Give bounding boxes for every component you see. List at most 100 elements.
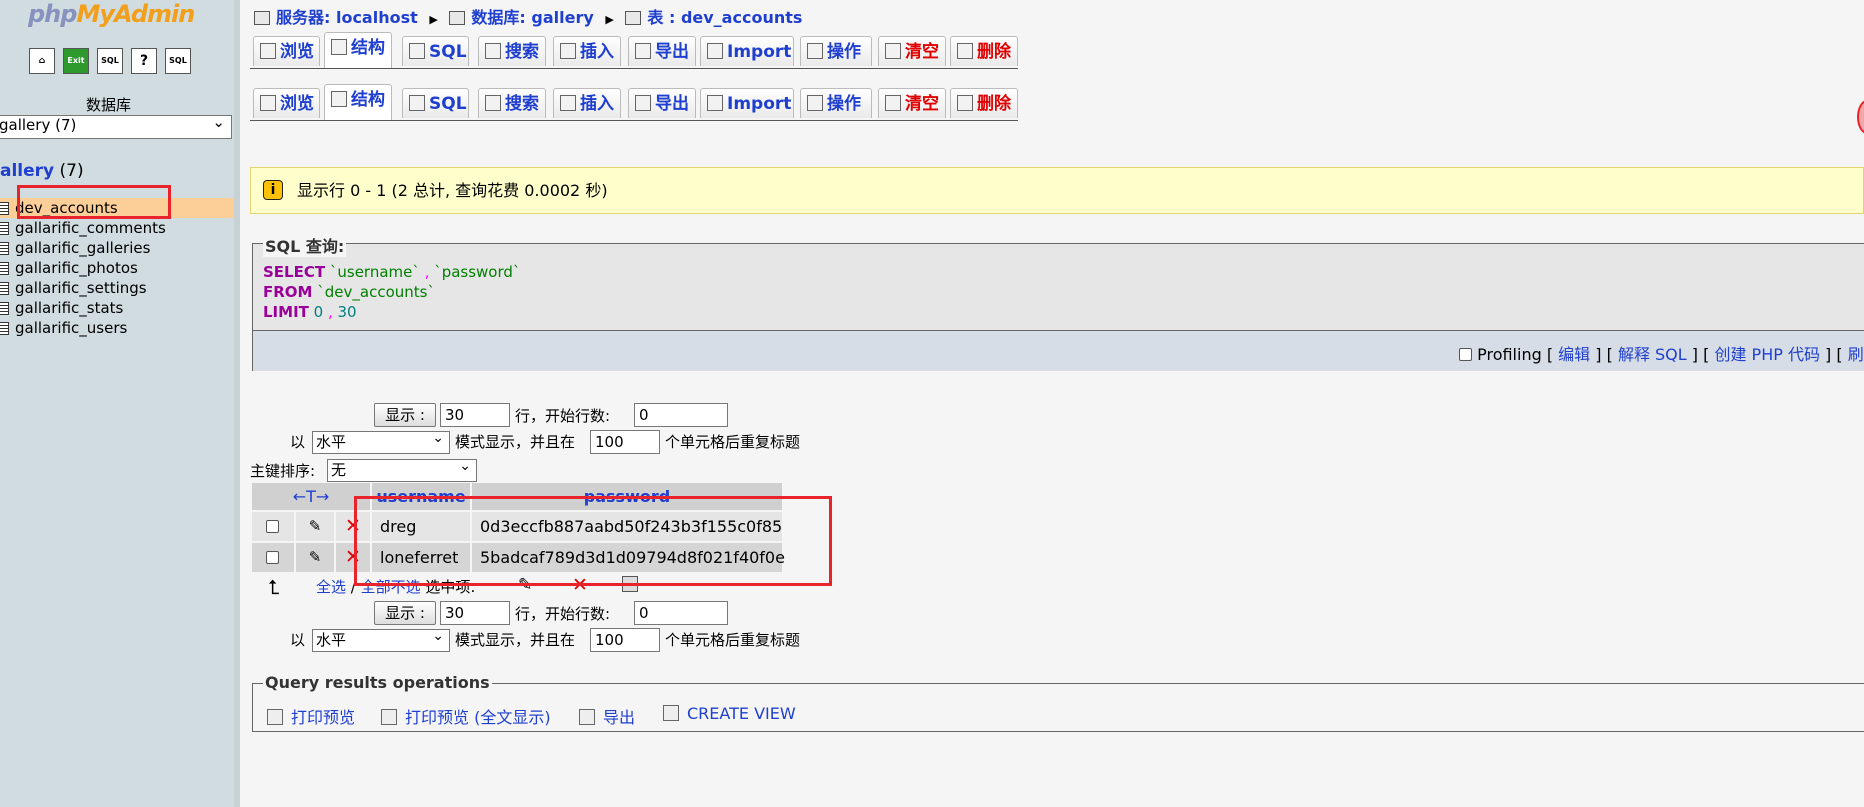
import-icon [707, 95, 723, 111]
tab-insert[interactable]: 插入 [553, 36, 621, 66]
tab-import[interactable]: Import [700, 36, 794, 66]
sql-query-toolbar: Profiling [ 编辑 ] [ 解释 SQL ] [ 创建 PHP 代码 … [253, 330, 1864, 371]
sql-query-code: SELECT `username` , `password` FROM `dev… [263, 263, 521, 321]
table-icon [625, 11, 642, 25]
annotation-box-credentials [354, 496, 832, 586]
phpmyadmin-logo[interactable]: phpMyAdmin [28, 0, 195, 28]
explain-sql-link[interactable]: 解释 SQL [1618, 345, 1687, 364]
tab-search[interactable]: 搜索 [478, 36, 546, 66]
tab-operations[interactable]: 操作 [800, 88, 872, 118]
rows-label-top: 行，开始行数: [515, 407, 611, 425]
exit-icon[interactable]: Exit [63, 48, 89, 74]
sql-window-icon[interactable]: SQL [97, 48, 123, 74]
database-select[interactable]: gallery (7) ⌄ [0, 113, 232, 139]
trash-icon [885, 95, 901, 111]
rows-input-top[interactable]: 30 [440, 403, 510, 427]
breadcrumb-server[interactable]: 服务器: localhost [276, 8, 418, 27]
breadcrumb-table[interactable]: 表 : dev_accounts [647, 8, 802, 27]
repeat-headers-input-bottom[interactable]: 100 [590, 628, 660, 652]
edit-query-link[interactable]: 编辑 [1558, 345, 1590, 364]
start-row-input-top[interactable]: 0 [634, 403, 728, 427]
sidebar-table-item[interactable]: gallarific_settings [0, 278, 234, 298]
sql-docs-icon[interactable]: SQL [165, 48, 191, 74]
tab-bar-top: 浏览 结构 SQL 搜索 插入 导出 Import 操作 清空 删除 [250, 32, 1018, 69]
mode-prefix-bottom: 以 [290, 631, 306, 649]
tab-drop[interactable]: 删除 [950, 36, 1018, 66]
table-icon [0, 302, 9, 315]
edit-row-pencil-icon[interactable]: ✎ [296, 512, 334, 541]
mode-suffix-bottom: 模式显示，并且在 [455, 631, 576, 649]
tab-search[interactable]: 搜索 [478, 88, 546, 118]
sort-by-key-select[interactable]: 无 [327, 456, 477, 482]
show-rows-button-top[interactable]: 显示 : [374, 403, 436, 427]
sidebar-table-item[interactable]: gallarific_users [0, 318, 234, 338]
table-icon [0, 282, 9, 295]
browse-icon [260, 43, 276, 59]
home-icon[interactable]: ⌂ [29, 48, 55, 74]
tab-import[interactable]: Import [700, 88, 794, 118]
table-icon [0, 202, 9, 215]
table-icon [0, 222, 9, 235]
tab-structure[interactable]: 结构 [324, 84, 392, 120]
create-view-link[interactable]: CREATE VIEW [663, 704, 796, 723]
sort-label: 主键排序: [250, 462, 316, 480]
import-icon [707, 43, 723, 59]
search-icon [485, 43, 501, 59]
breadcrumb-database[interactable]: 数据库: gallery [471, 8, 593, 27]
sidebar-table-item[interactable]: gallarific_comments [0, 218, 234, 238]
wrench-icon [807, 43, 823, 59]
tab-browse[interactable]: 浏览 [253, 36, 320, 66]
row-checkbox[interactable] [266, 551, 279, 564]
tab-export[interactable]: 导出 [628, 36, 696, 66]
display-mode-select-bottom[interactable]: 水平 [312, 626, 450, 652]
tab-empty[interactable]: 清空 [878, 36, 946, 66]
tab-sql[interactable]: SQL [402, 88, 469, 118]
export-link[interactable]: 导出 [579, 704, 635, 728]
profiling-checkbox[interactable] [1459, 348, 1472, 361]
tab-browse[interactable]: 浏览 [253, 88, 320, 118]
show-rows-button-bottom[interactable]: 显示 : [374, 601, 436, 625]
create-php-code-link[interactable]: 创建 PHP 代码 [1714, 345, 1820, 364]
delete-icon [957, 43, 973, 59]
left-navigation-frame: phpMyAdmin ⌂ Exit SQL ? SQL 数据库 gallery … [0, 0, 234, 807]
delete-icon [957, 95, 973, 111]
chevron-down-icon: ⌄ [212, 113, 225, 131]
database-title[interactable]: allery (7) [0, 161, 84, 181]
sidebar-table-item[interactable]: gallarific_galleries [0, 238, 234, 258]
database-label: 数据库 [86, 96, 132, 114]
row-checkbox[interactable] [266, 520, 279, 533]
tab-drop[interactable]: 删除 [950, 88, 1018, 118]
annotation-circle [1857, 100, 1864, 134]
tab-structure[interactable]: 结构 [324, 32, 392, 68]
rows-input-bottom[interactable]: 30 [440, 601, 510, 625]
tab-empty[interactable]: 清空 [878, 88, 946, 118]
table-icon [0, 322, 9, 335]
check-all-link[interactable]: 全选 [316, 578, 346, 596]
print-view-link[interactable]: 打印预览 [267, 704, 355, 728]
browse-icon [260, 95, 276, 111]
tab-operations[interactable]: 操作 [800, 36, 872, 66]
database-select-value: gallery (7) [0, 116, 77, 134]
edit-row-pencil-icon[interactable]: ✎ [296, 543, 334, 572]
tab-export[interactable]: 导出 [628, 88, 696, 118]
table-icon [0, 242, 9, 255]
sidebar-table-item[interactable]: gallarific_stats [0, 298, 234, 318]
server-icon [254, 11, 270, 25]
docs-icon[interactable]: ? [131, 48, 157, 74]
export-icon [635, 95, 651, 111]
refresh-link[interactable]: 刷新 [1848, 345, 1864, 364]
success-notice: i 显示行 0 - 1 (2 总计, 查询花费 0.0002 秒) [250, 167, 1864, 214]
start-row-input-bottom[interactable]: 0 [634, 601, 728, 625]
repeat-headers-input-top[interactable]: 100 [590, 430, 660, 454]
sidebar-table-item[interactable]: gallarific_photos [0, 258, 234, 278]
column-arrows[interactable]: ←T→ [252, 483, 370, 510]
frame-divider[interactable] [234, 0, 240, 807]
display-mode-select-top[interactable]: 水平 [312, 428, 450, 454]
export-icon [635, 43, 651, 59]
tab-insert[interactable]: 插入 [553, 88, 621, 118]
profiling-label: Profiling [1477, 345, 1542, 364]
tab-sql[interactable]: SQL [402, 36, 469, 66]
annotation-box-sidebar [17, 185, 171, 219]
print-view-full-link[interactable]: 打印预览 (全文显示) [381, 704, 551, 728]
breadcrumb-separator-icon: ▶ [605, 13, 614, 26]
